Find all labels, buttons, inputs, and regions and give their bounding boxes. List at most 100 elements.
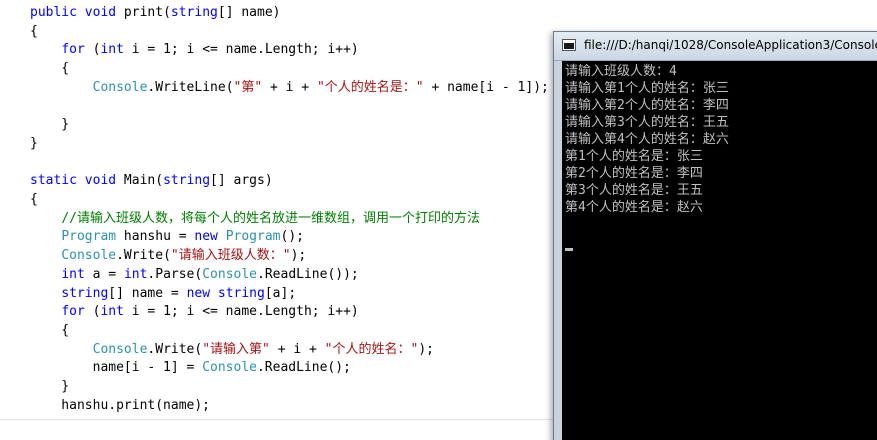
code-token: hanshu.print(name);	[30, 397, 211, 413]
code-line: for (int i = 1; i <= name.Length; i++)	[30, 41, 358, 59]
code-line: Console.WriteLine("第" + i + "个人的姓名是：" + …	[30, 79, 549, 97]
console-line: 请输入第1个人的姓名：张三	[565, 81, 729, 96]
code-line: {	[30, 322, 69, 340]
code-token: void	[84, 5, 117, 20]
code-token: name[i - 1] =	[30, 360, 203, 376]
code-token: [a];	[264, 285, 297, 301]
code-line: {	[30, 23, 38, 41]
code-token: );	[418, 341, 434, 357]
screen: public void print(string[] name){ for (i…	[0, 0, 877, 440]
console-line: 请输入班级人数：4	[565, 64, 677, 79]
code-token: }	[30, 379, 70, 394]
console-line: 第3个人的姓名是：王五	[565, 183, 703, 198]
code-token: {	[30, 322, 70, 338]
code-token: static	[30, 173, 77, 189]
console-cursor	[565, 248, 573, 251]
code-token: Program	[61, 229, 117, 245]
code-token: "个人的姓名是："	[316, 79, 424, 95]
code-token: int	[61, 266, 85, 282]
code-line: }	[30, 135, 38, 153]
code-token: "第"	[233, 79, 263, 95]
console-titlebar[interactable]: file:///D:/hanqi/1028/ConsoleApplication…	[554, 32, 877, 61]
code-token: "个人的姓名："	[324, 341, 419, 357]
code-line: Program hanshu = new Program();	[30, 228, 304, 246]
code-token: Program	[225, 229, 281, 245]
code-token: }	[30, 135, 38, 151]
code-token: {	[30, 192, 38, 207]
code-token: .Write(	[147, 341, 203, 357]
code-token: int	[123, 266, 148, 282]
code-line: {	[30, 191, 38, 209]
code-token: string	[217, 285, 265, 301]
console-line: 第2个人的姓名是：李四	[565, 166, 703, 181]
code-line: hanshu.print(name);	[30, 397, 210, 415]
console-line: 请输入第3个人的姓名：王五	[565, 115, 729, 130]
code-line: Console.Write("请输入第" + i + "个人的姓名：");	[30, 341, 434, 359]
code-token: hanshu =	[116, 229, 195, 245]
code-token: .Write(	[116, 248, 171, 264]
code-line: //请输入班级人数，将每个人的姓名放进一维数组，调用一个打印的方法	[30, 210, 480, 228]
code-line: int a = int.Parse(Console.ReadLine());	[30, 266, 359, 284]
code-token: "请输入班级人数："	[170, 248, 291, 264]
code-token: + name[i - 1]);	[423, 79, 549, 95]
code-token: );	[290, 248, 307, 264]
code-line: name[i - 1] = Console.ReadLine();	[30, 359, 351, 377]
code-token: .WriteLine(	[147, 79, 234, 95]
code-token: //请输入班级人数，将每个人的姓名放进一维数组，调用一个打印的方法	[61, 210, 480, 226]
code-line: for (int i = 1; i <= name.Length; i++)	[30, 303, 358, 321]
code-line: public void print(string[] name)	[30, 4, 281, 22]
console-output[interactable]: 请输入班级人数：4 请输入第1个人的姓名：张三 请输入第2个人的姓名：李四 请输…	[562, 61, 877, 440]
code-line: }	[30, 116, 69, 134]
code-line: static void Main(string[] args)	[30, 172, 273, 190]
code-line: {	[30, 60, 69, 78]
code-token: Console	[92, 79, 148, 95]
code-token: for	[61, 304, 85, 320]
code-token: (	[84, 304, 101, 320]
code-line: string[] name = new string[a];	[30, 285, 296, 303]
code-token: string	[170, 5, 218, 20]
console-line: 请输入第4个人的姓名：赵六	[565, 132, 729, 147]
console-window[interactable]: file:///D:/hanqi/1028/ConsoleApplication…	[553, 31, 877, 440]
code-token: .ReadLine();	[256, 360, 351, 376]
code-token: Console	[61, 248, 117, 264]
code-token: [] name =	[108, 285, 187, 301]
console-line: 请输入第2个人的姓名：李四	[565, 98, 729, 113]
code-token: + i +	[269, 341, 325, 357]
code-token: [] args)	[210, 173, 273, 189]
code-token: {	[30, 61, 70, 77]
console-app-icon[interactable]	[562, 39, 576, 51]
code-token: Console	[202, 360, 257, 376]
code-token: Console	[92, 341, 148, 357]
code-token: public	[30, 5, 77, 20]
code-token: int	[100, 304, 124, 320]
console-line: 第4个人的姓名是：赵六	[565, 200, 703, 215]
code-token: print(	[116, 5, 171, 20]
code-token: Console	[202, 266, 258, 282]
code-token: string	[163, 173, 211, 189]
code-line: }	[30, 378, 69, 396]
code-token: void	[84, 173, 117, 189]
code-line: Console.Write("请输入班级人数：");	[30, 247, 306, 265]
code-token: {	[30, 23, 38, 39]
code-token: ();	[280, 229, 304, 245]
code-token: new	[194, 229, 218, 245]
console-line: 第1个人的姓名是：张三	[565, 149, 703, 164]
code-token: + i +	[262, 79, 317, 95]
console-window-title: file:///D:/hanqi/1028/ConsoleApplication…	[584, 38, 877, 52]
code-token: a =	[84, 266, 124, 282]
code-token: for	[61, 42, 85, 58]
code-token: (	[84, 42, 101, 58]
code-token: .ReadLine());	[257, 266, 359, 282]
editor-gutter	[0, 0, 18, 440]
